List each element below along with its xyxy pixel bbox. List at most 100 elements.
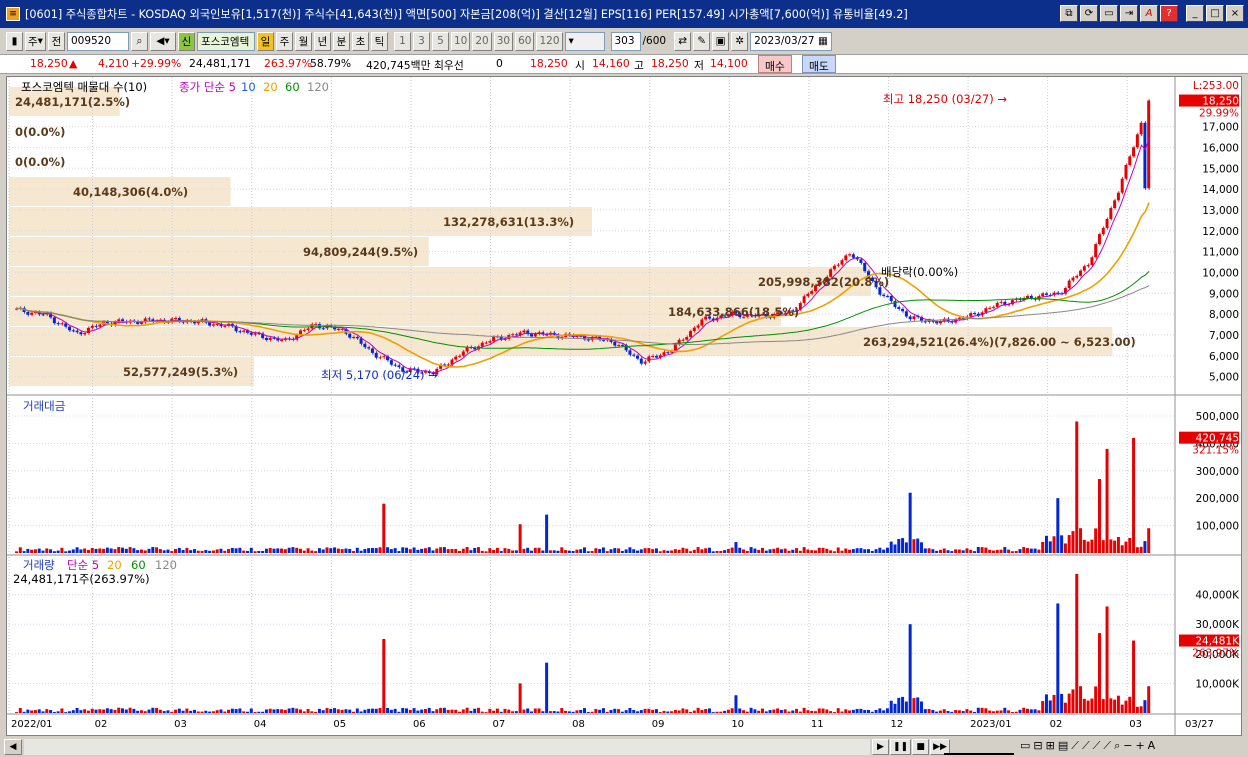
chart-area[interactable]: 2022/01 02 03 04 05 06 07 08 09 10 11 12 2023/01 02 03…: [6, 76, 1242, 736]
interval-10[interactable]: 10: [450, 31, 471, 51]
interval-1[interactable]: 1: [393, 31, 411, 51]
zoom-slider[interactable]: [944, 739, 1014, 755]
line-1-icon[interactable]: ⟋: [1071, 739, 1079, 753]
search-icon[interactable]: ⌕: [130, 31, 148, 51]
amount-bar: [454, 549, 458, 553]
volume-bar: [764, 711, 768, 713]
pin-button[interactable]: ⇥: [1120, 5, 1138, 22]
ma-legend-item: 10: [241, 80, 256, 94]
period-year[interactable]: 년: [313, 31, 331, 51]
amount-bar: [22, 551, 26, 553]
volume-profile-label: 132,278,631(13.3%): [443, 215, 574, 229]
horizontal-scrollbar[interactable]: [24, 739, 870, 755]
zoom-search-icon[interactable]: ⌕: [1114, 739, 1120, 753]
amount-bar: [859, 548, 863, 553]
layout-1-icon[interactable]: ▭: [1020, 739, 1030, 753]
maximize-button[interactable]: □: [1206, 5, 1224, 22]
chart-svg[interactable]: 2022/01 02 03 04 05 06 07 08 09 10 11 12 2023/01 02 03…: [7, 77, 1241, 735]
market-select[interactable]: 주 ▾: [25, 31, 46, 51]
close-button[interactable]: ×: [1226, 5, 1244, 22]
scroll-left-button[interactable]: ◀: [4, 739, 22, 755]
amount-bar: [617, 548, 621, 553]
price-value: 18,250: [30, 57, 68, 70]
link-button[interactable]: ⧉: [1060, 5, 1078, 22]
candle-body: [336, 328, 340, 330]
stop-icon[interactable]: ■: [912, 739, 930, 755]
period-week[interactable]: 주: [275, 31, 293, 51]
amount-bar: [768, 549, 772, 553]
line-3-icon[interactable]: ⟋: [1093, 739, 1101, 753]
auto-icon[interactable]: A: [1148, 739, 1156, 753]
interval-30[interactable]: 30: [493, 31, 514, 51]
period-month[interactable]: 월: [294, 31, 312, 51]
sell-button[interactable]: 매도: [802, 55, 836, 73]
period-day[interactable]: 일: [256, 31, 274, 51]
candle-body: [613, 341, 617, 346]
candle-body: [242, 330, 246, 332]
speaker-icon[interactable]: ◀▾: [149, 31, 176, 51]
volume-bar: [276, 709, 280, 713]
interval-custom-input[interactable]: ▾: [564, 31, 605, 51]
drawing-icon[interactable]: ✎: [693, 31, 711, 51]
gear-icon[interactable]: ✲: [731, 31, 749, 51]
chart-type-icon[interactable]: ▮: [6, 31, 23, 51]
save-icon[interactable]: ▣: [712, 31, 730, 51]
buy-button[interactable]: 매수: [758, 55, 792, 73]
volume-bar: [253, 712, 257, 713]
volume-bar: [423, 708, 427, 713]
x-tick-label: 11: [811, 719, 824, 730]
amount-bar: [889, 541, 893, 553]
x-tick-label: 06: [413, 719, 426, 730]
zoom-out-icon[interactable]: −: [1123, 739, 1132, 753]
layout-4-icon[interactable]: ▤: [1058, 739, 1068, 753]
stock-code-input[interactable]: 009520: [66, 31, 129, 51]
volume-bar: [825, 709, 829, 713]
volume-bar: [1029, 709, 1033, 713]
volume-bar: [1082, 698, 1086, 713]
amount-bar: [495, 547, 499, 553]
bottom-bar: ◀ ▶ ❚❚ ■ ▶▶ ▭ ⊟ ⊞ ▤ ⟋ ⟋ ⟋ ⟋ ⌕ − + A: [0, 737, 1248, 757]
interval-5[interactable]: 5: [431, 31, 449, 51]
period-second[interactable]: 초: [351, 31, 369, 51]
volume-profile-label: 184,633,866(18.5%): [668, 305, 799, 319]
zoom-in-icon[interactable]: +: [1135, 739, 1144, 753]
x-tick-label: 09: [652, 719, 665, 730]
period-minute[interactable]: 분: [332, 31, 350, 51]
amount-bar: [264, 548, 268, 553]
volume-bar: [60, 708, 64, 713]
tool-icon[interactable]: ⇄: [674, 31, 692, 51]
font-button[interactable]: A: [1140, 5, 1158, 22]
date-input[interactable]: 2023/03/27 ▦: [750, 31, 833, 51]
amount-bar: [139, 549, 143, 553]
volume-bar: [991, 711, 995, 713]
minimize-button[interactable]: _: [1186, 5, 1204, 22]
period-tick[interactable]: 틱: [370, 31, 388, 51]
interval-20[interactable]: 20: [472, 31, 492, 51]
candle-body: [321, 328, 325, 330]
count-input[interactable]: 303: [610, 31, 641, 51]
interval-3[interactable]: 3: [412, 31, 430, 51]
layout-button[interactable]: ▭: [1100, 5, 1118, 22]
x-tick-label: 02: [95, 719, 108, 730]
volume-bar: [908, 624, 912, 713]
line-2-icon[interactable]: ⟋: [1082, 739, 1090, 753]
layout-2-icon[interactable]: ⊟: [1033, 739, 1042, 753]
pause-icon[interactable]: ❚❚: [890, 739, 912, 755]
interval-120[interactable]: 120: [536, 31, 563, 51]
amount-bar: [620, 550, 624, 553]
volume-bar: [935, 711, 939, 713]
candle-body: [832, 265, 836, 270]
jeon-button[interactable]: 전: [47, 31, 65, 51]
refresh-button[interactable]: ⟳: [1080, 5, 1098, 22]
amount-bar: [382, 503, 386, 553]
line-4-icon[interactable]: ⟋: [1103, 739, 1111, 753]
volume-current-label: 24,481K: [1195, 636, 1240, 648]
amount-bar: [499, 551, 503, 553]
amount-bar: [825, 548, 829, 553]
volume-bar: [71, 710, 75, 713]
interval-60[interactable]: 60: [515, 31, 535, 51]
play-icon[interactable]: ▶: [872, 739, 889, 755]
up-arrow-icon: ▲: [69, 57, 78, 70]
layout-3-icon[interactable]: ⊞: [1046, 739, 1055, 753]
help-button[interactable]: ?: [1160, 5, 1178, 22]
